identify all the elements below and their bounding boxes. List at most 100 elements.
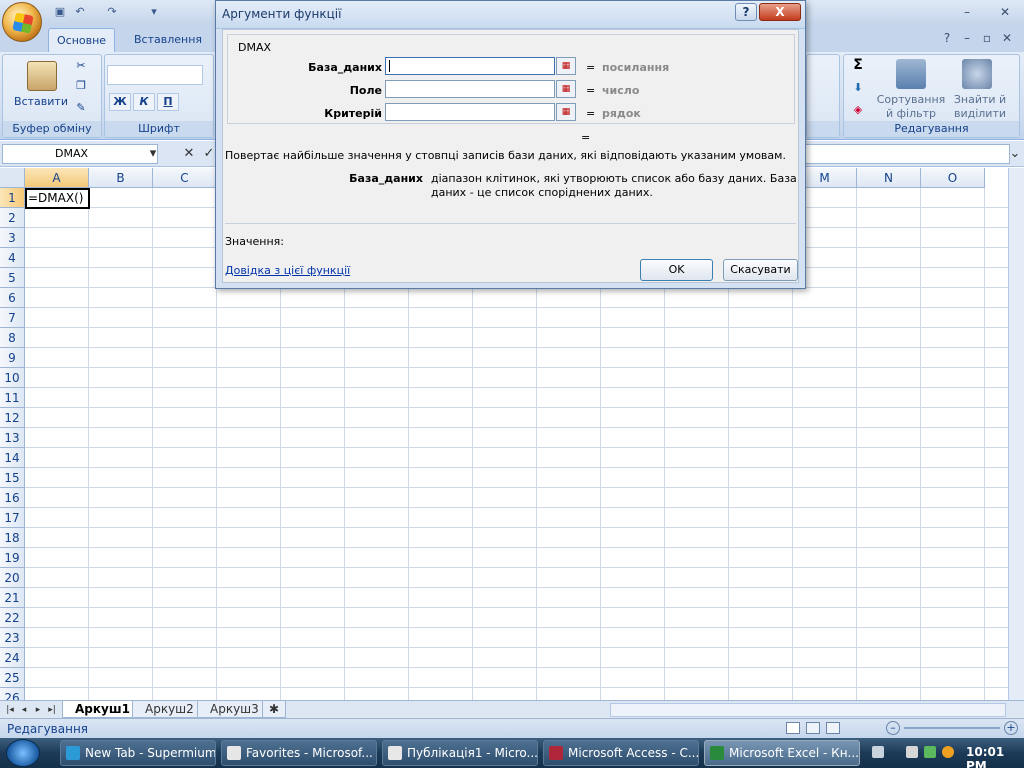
horizontal-scrollbar[interactable]: [610, 703, 1006, 717]
row-header-13[interactable]: 13: [0, 428, 25, 448]
safety-icon[interactable]: [924, 746, 936, 758]
paste-icon[interactable]: [27, 61, 57, 91]
save-icon[interactable]: ▣: [52, 5, 68, 19]
network-icon[interactable]: [906, 746, 918, 758]
row-header-6[interactable]: 6: [0, 288, 25, 308]
clear-icon[interactable]: ◈: [850, 103, 866, 116]
row-header-4[interactable]: 4: [0, 248, 25, 268]
format-painter-icon[interactable]: ✎: [73, 101, 89, 114]
column-header-o[interactable]: O: [921, 168, 985, 188]
taskbar-item-excel[interactable]: Microsoft Excel - Кн...: [704, 740, 860, 766]
start-button[interactable]: [6, 739, 40, 767]
expand-formula-icon[interactable]: ⌄: [1006, 144, 1024, 164]
sheet-tab-3[interactable]: Аркуш3: [197, 701, 272, 718]
zoom-out-icon[interactable]: –: [886, 721, 900, 735]
row-header-22[interactable]: 22: [0, 608, 25, 628]
collapse-dialog-icon[interactable]: ▦: [556, 103, 576, 121]
row-header-23[interactable]: 23: [0, 628, 25, 648]
search-tray-icon[interactable]: [942, 746, 954, 758]
ok-button[interactable]: OK: [640, 259, 713, 281]
tab-home[interactable]: Основне: [48, 28, 116, 52]
cancel-formula-button[interactable]: ✕: [180, 144, 198, 164]
find-select-icon[interactable]: [962, 59, 992, 89]
ribbon-minimize-icon[interactable]: –: [956, 30, 978, 46]
font-name-combo[interactable]: [107, 65, 203, 85]
taskbar-item-access[interactable]: Microsoft Access - C...: [543, 740, 699, 766]
row-header-2[interactable]: 2: [0, 208, 25, 228]
column-header-n[interactable]: N: [857, 168, 921, 188]
keyboard-icon[interactable]: [872, 746, 884, 758]
row-header-1[interactable]: 1: [0, 188, 25, 208]
cut-icon[interactable]: ✂: [73, 59, 89, 72]
vertical-scrollbar[interactable]: [1008, 168, 1024, 700]
collapse-dialog-icon[interactable]: ▦: [556, 80, 576, 98]
row-header-3[interactable]: 3: [0, 228, 25, 248]
row-header-18[interactable]: 18: [0, 528, 25, 548]
column-header-c[interactable]: C: [153, 168, 217, 188]
clock[interactable]: 10:01 PM: [966, 745, 1024, 768]
row-header-12[interactable]: 12: [0, 408, 25, 428]
zoom-slider[interactable]: [904, 727, 1000, 729]
row-header-15[interactable]: 15: [0, 468, 25, 488]
row-header-14[interactable]: 14: [0, 448, 25, 468]
name-box[interactable]: DMAX: [2, 144, 158, 164]
sheet-tab-1[interactable]: Аркуш1: [62, 701, 143, 718]
row-header-25[interactable]: 25: [0, 668, 25, 688]
name-box-dropdown-icon[interactable]: ▾: [144, 144, 162, 164]
bold-button[interactable]: Ж: [109, 93, 131, 111]
row-header-17[interactable]: 17: [0, 508, 25, 528]
row-header-21[interactable]: 21: [0, 588, 25, 608]
insert-sheet-icon[interactable]: ✱: [262, 701, 287, 718]
first-sheet-icon[interactable]: |◂: [4, 703, 16, 717]
select-all-corner[interactable]: [0, 168, 25, 188]
close-window-icon[interactable]: ✕: [994, 4, 1016, 20]
office-button[interactable]: [2, 2, 42, 42]
dialog-title-bar[interactable]: Аргументи функції ? X: [216, 1, 805, 29]
row-header-19[interactable]: 19: [0, 548, 25, 568]
page-layout-view-icon[interactable]: [806, 722, 820, 734]
dialog-help-button[interactable]: ?: [735, 3, 757, 21]
sort-filter-button-line1[interactable]: Сортування: [876, 93, 946, 106]
help-icon[interactable]: ?: [936, 30, 958, 46]
paste-button[interactable]: Вставити: [13, 95, 69, 108]
page-break-view-icon[interactable]: [826, 722, 840, 734]
ribbon-close-icon[interactable]: ✕: [996, 30, 1018, 46]
tab-insert[interactable]: Вставлення: [126, 28, 210, 52]
row-header-8[interactable]: 8: [0, 328, 25, 348]
autosum-icon[interactable]: Σ: [850, 57, 866, 73]
italic-button[interactable]: К: [133, 93, 155, 111]
row-header-11[interactable]: 11: [0, 388, 25, 408]
underline-button[interactable]: П: [157, 93, 179, 111]
cancel-button[interactable]: Скасувати: [723, 259, 798, 281]
taskbar-item-favorites[interactable]: Favorites - Microsof...: [221, 740, 377, 766]
help-on-function-link[interactable]: Довідка з цієї функції: [225, 264, 350, 277]
taskbar-item-publisher[interactable]: Публікація1 - Micro...: [382, 740, 538, 766]
arg-input-database[interactable]: [385, 57, 555, 75]
normal-view-icon[interactable]: [786, 722, 800, 734]
row-header-16[interactable]: 16: [0, 488, 25, 508]
prev-sheet-icon[interactable]: ◂: [18, 703, 30, 717]
customize-qat-icon[interactable]: ▾: [146, 5, 162, 19]
cell-a1[interactable]: =DMAX(): [25, 188, 90, 209]
zoom-in-icon[interactable]: +: [1004, 721, 1018, 735]
ribbon-restore-icon[interactable]: ▫: [976, 30, 998, 46]
redo-icon[interactable]: ↷: [104, 5, 120, 19]
column-header-a[interactable]: A: [25, 168, 89, 188]
row-header-7[interactable]: 7: [0, 308, 25, 328]
find-select-button-line1[interactable]: Знайти й: [948, 93, 1012, 106]
copy-icon[interactable]: ❐: [73, 79, 89, 92]
sort-filter-icon[interactable]: [896, 59, 926, 89]
row-header-24[interactable]: 24: [0, 648, 25, 668]
sheet-tab-2[interactable]: Аркуш2: [132, 701, 207, 718]
fill-icon[interactable]: ⬇: [850, 81, 866, 94]
next-sheet-icon[interactable]: ▸: [32, 703, 44, 717]
column-header-b[interactable]: B: [89, 168, 153, 188]
dialog-close-button[interactable]: X: [759, 3, 801, 21]
arg-input-criteria[interactable]: [385, 103, 555, 121]
row-header-5[interactable]: 5: [0, 268, 25, 288]
minimize-icon[interactable]: –: [956, 4, 978, 20]
taskbar-item-supermium[interactable]: New Tab - Supermium: [60, 740, 216, 766]
last-sheet-icon[interactable]: ▸|: [46, 703, 58, 717]
row-header-9[interactable]: 9: [0, 348, 25, 368]
row-header-20[interactable]: 20: [0, 568, 25, 588]
